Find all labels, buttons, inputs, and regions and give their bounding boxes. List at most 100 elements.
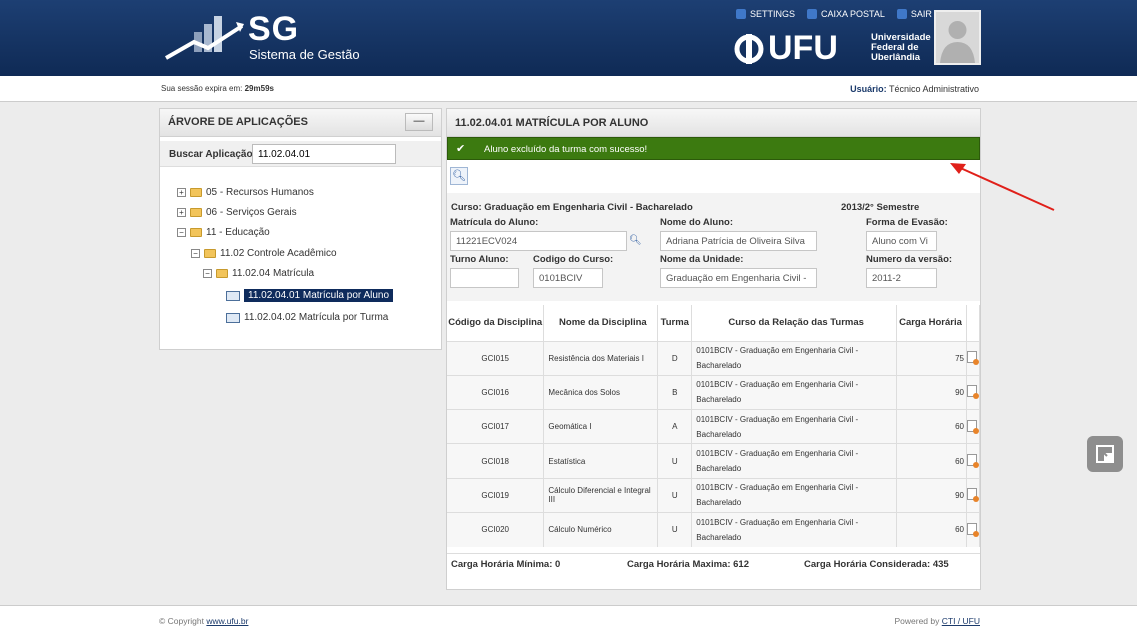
cell-actions (966, 340, 981, 376)
table-row[interactable]: GCI017 Geomática I A 0101BCIV - Graduaçã… (447, 409, 981, 444)
tree-node-label: 05 - Recursos Humanos (206, 187, 314, 198)
edit-note-icon[interactable] (966, 454, 979, 469)
mailbox-label: CAIXA POSTAL (821, 9, 885, 19)
cell-codigo: GCI015 (447, 340, 545, 376)
edit-note-icon[interactable] (966, 522, 979, 537)
user-info: Usuário: Técnico Administrativo (850, 84, 979, 94)
disciplinas-table: Código da Disciplina Nome da Disciplina … (447, 305, 981, 547)
table-row[interactable]: GCI016 Mecânica dos Solos B 0101BCIV - G… (447, 374, 981, 410)
annotation-arrow-icon (950, 163, 1055, 211)
cell-actions (966, 511, 981, 547)
powered-prefix: Powered by (894, 616, 940, 626)
logout-link[interactable]: SAIR (896, 9, 932, 19)
cell-curso: 0101BCIV - Graduação em Engenharia Civil… (691, 511, 898, 547)
codigo-curso-label: Codigo do Curso: (533, 254, 614, 265)
cell-carga: 75 (896, 340, 967, 376)
cell-nome: Geomática I (543, 409, 659, 444)
session-label: Sua sessão expira em: (161, 84, 243, 93)
table-row[interactable]: GCI018 Estatística U 0101BCIV - Graduaçã… (447, 443, 981, 479)
tree-node-educacao[interactable]: − 11 - Educação (177, 227, 270, 238)
settings-label: SETTINGS (750, 9, 796, 19)
column-header-codigo[interactable]: Código da Disciplina (447, 305, 545, 341)
logo-title: SG (248, 10, 300, 48)
numero-versao-field[interactable]: 2011-2 (866, 268, 937, 288)
table-row[interactable]: GCI019 Cálculo Diferencial e Integral II… (447, 477, 981, 513)
mailbox-link[interactable]: CAIXA POSTAL (807, 9, 885, 19)
copyright-link[interactable]: www.ufu.br (206, 616, 248, 626)
cell-curso: 0101BCIV - Graduação em Engenharia Civil… (691, 409, 898, 444)
column-header-turma[interactable]: Turma (657, 305, 693, 341)
avatar[interactable] (934, 10, 981, 65)
nome-aluno-field[interactable]: Adriana Patrícia de Oliveira Silva (660, 231, 817, 251)
carga-summary: Carga Horária Mínima: 0 Carga Horária Ma… (447, 553, 980, 573)
edit-note-icon[interactable] (966, 351, 979, 366)
edit-note-icon[interactable] (966, 385, 979, 400)
cell-actions (966, 409, 981, 444)
expand-icon[interactable]: + (177, 188, 186, 197)
search-input[interactable] (252, 144, 396, 164)
tree-node-matricula[interactable]: − 11.02.04 Matrícula (203, 268, 314, 279)
forma-evasao-field[interactable]: Aluno com Vi (866, 231, 937, 251)
edit-note-icon[interactable] (966, 419, 979, 434)
powered-by: Powered by CTI / UFU (894, 616, 980, 626)
cell-nome: Estatística (543, 443, 659, 479)
settings-link[interactable]: SETTINGS (736, 9, 795, 19)
cell-actions (966, 374, 981, 410)
tree-node-controle-academico[interactable]: − 11.02 Controle Acadêmico (191, 248, 337, 259)
numero-versao-label: Numero da versão: (866, 254, 953, 265)
app-header: SG Sistema de Gestão SETTINGS CAIXA POST… (0, 0, 1137, 76)
app-tree-title: ÁRVORE DE APLICAÇÕES (160, 109, 441, 137)
edit-note-icon[interactable] (966, 488, 979, 503)
top-nav: SETTINGS CAIXA POSTAL SAIR (736, 9, 932, 19)
tree-node-label: 06 - Serviços Gerais (206, 207, 297, 218)
session-timer: Sua sessão expira em: 29m59s (161, 84, 274, 93)
tree-node-recursos-humanos[interactable]: +05 - Recursos Humanos (177, 187, 314, 198)
column-header-nome[interactable]: Nome da Disciplina (543, 305, 659, 341)
expand-icon[interactable]: + (177, 208, 186, 217)
table-row[interactable]: GCI015 Resistência dos Materiais I D 010… (447, 340, 981, 376)
cell-curso: 0101BCIV - Graduação em Engenharia Civil… (691, 374, 898, 410)
semestre-label: 2013/2° Semestre (841, 202, 920, 213)
tree-node-servicos-gerais[interactable]: +06 - Serviços Gerais (177, 207, 297, 218)
cell-nome: Mecânica dos Solos (543, 374, 659, 410)
folder-open-icon (190, 228, 202, 237)
tree-node-matricula-por-aluno[interactable]: 11.02.04.01 Matrícula por Aluno (226, 289, 394, 302)
cell-turma: U (657, 477, 693, 513)
carga-maxima: Carga Horária Maxima: 612 (627, 559, 749, 570)
table-row[interactable]: GCI020 Cálculo Numérico U 0101BCIV - Gra… (447, 511, 981, 547)
tree-node-label: 11.02.04 Matrícula (232, 268, 315, 279)
turno-field[interactable] (450, 268, 519, 288)
column-header-curso[interactable]: Curso da Relação das Turmas (691, 305, 898, 341)
cell-carga: 60 (896, 409, 967, 444)
tree-node-label: 11.02 Controle Acadêmico (220, 248, 337, 259)
column-header-carga[interactable]: Carga Horária (896, 305, 967, 341)
tree-node-label: 11.02.04.02 Matrícula por Turma (244, 312, 389, 323)
codigo-curso-field[interactable]: 0101BCIV (533, 268, 603, 288)
table-header-row: Código da Disciplina Nome da Disciplina … (447, 305, 981, 341)
turno-label: Turno Aluno: (450, 254, 509, 265)
collapse-button[interactable]: — (405, 113, 433, 131)
matricula-field[interactable]: 11221ECV024 (450, 231, 627, 251)
cell-curso: 0101BCIV - Graduação em Engenharia Civil… (691, 443, 898, 479)
carga-considerada: Carga Horária Considerada: 435 (804, 559, 949, 570)
cell-turma: B (657, 374, 693, 410)
cell-nome: Cálculo Diferencial e Integral III (543, 477, 659, 513)
cell-nome: Resistência dos Materiais I (543, 340, 659, 376)
university-name-line: Uberlândia (871, 52, 921, 63)
powered-link[interactable]: CTI / UFU (942, 616, 980, 626)
cell-curso: 0101BCIV - Graduação em Engenharia Civil… (691, 340, 898, 376)
folder-icon (190, 208, 202, 217)
page-icon (226, 312, 240, 323)
tree-node-label: 11 - Educação (206, 227, 270, 238)
collapse-icon[interactable]: − (177, 228, 186, 237)
collapse-icon[interactable]: − (191, 249, 200, 258)
user-label: Usuário: (850, 84, 887, 94)
picture-in-picture-button[interactable] (1087, 436, 1123, 472)
cell-turma: U (657, 511, 693, 547)
search-button[interactable]: 🔍︎ (450, 167, 468, 185)
matricula-search-icon[interactable]: 🔍︎ (629, 235, 642, 246)
search-label: Buscar Aplicação (169, 149, 253, 160)
tree-node-matricula-por-turma[interactable]: 11.02.04.02 Matrícula por Turma (226, 312, 388, 323)
collapse-icon[interactable]: − (203, 269, 212, 278)
nome-unidade-field[interactable]: Graduação em Engenharia Civil - (660, 268, 817, 288)
